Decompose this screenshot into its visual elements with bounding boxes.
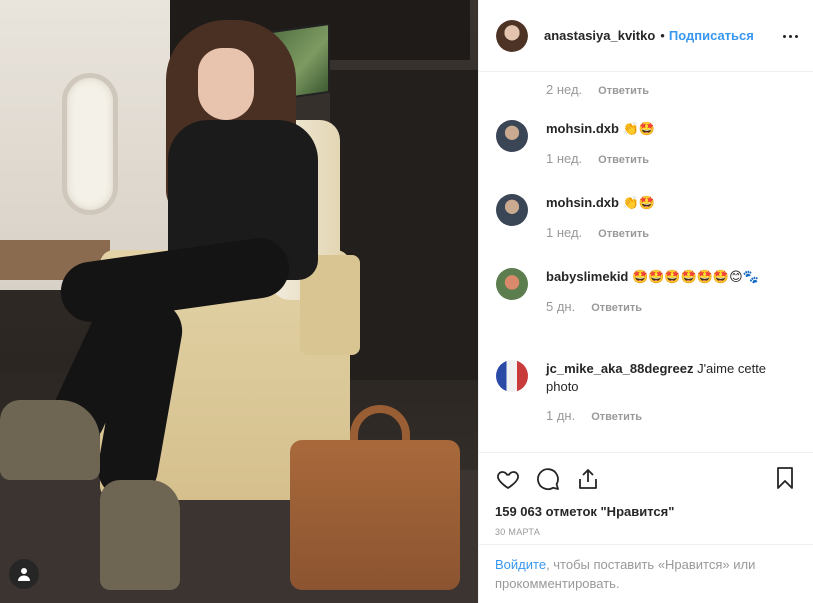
login-link[interactable]: Войдите xyxy=(495,557,546,572)
comment-meta: 2 нед. Ответить xyxy=(546,82,649,97)
commenter-username[interactable]: mohsin.dxb xyxy=(546,121,619,136)
commenter-username[interactable]: jc_mike_aka_88degreez xyxy=(546,361,693,376)
follow-button[interactable]: Подписаться xyxy=(669,28,754,43)
commenter-avatar[interactable] xyxy=(496,268,528,300)
reply-button[interactable]: Ответить xyxy=(598,85,649,97)
comment-text: mohsin.dxb 👏🤩 xyxy=(546,194,655,213)
commenter-username[interactable]: babyslimekid xyxy=(546,269,628,284)
comment-meta: 1 нед. Ответить xyxy=(546,151,655,166)
tagged-user-icon[interactable] xyxy=(9,559,39,589)
comment-time: 5 дн. xyxy=(546,299,576,314)
more-options-icon[interactable] xyxy=(780,26,800,46)
reply-button[interactable]: Ответить xyxy=(591,302,642,314)
post-actions: 159 063 отметок "Нравится" 30 МАРТА xyxy=(479,452,813,544)
handbag xyxy=(290,440,460,590)
comment-bubble-icon[interactable] xyxy=(535,466,561,492)
like-heart-icon[interactable] xyxy=(495,466,521,492)
boot xyxy=(100,480,180,590)
reply-button[interactable]: Ответить xyxy=(598,228,649,240)
author-avatar[interactable] xyxy=(496,19,528,52)
action-icons xyxy=(495,465,798,493)
comment-meta: 1 нед. Ответить xyxy=(546,225,655,240)
commenter-username[interactable]: mohsin.dxb xyxy=(546,195,619,210)
commenter-avatar[interactable] xyxy=(496,194,528,226)
person-face xyxy=(198,48,254,120)
comment-text: babyslimekid 🤩🤩🤩🤩🤩🤩😊🐾 xyxy=(546,268,796,287)
comment-body: 🤩🤩🤩🤩🤩🤩😊🐾 xyxy=(632,270,759,285)
post-date: 30 МАРТА xyxy=(495,527,541,537)
comment-item: mohsin.dxb 👏🤩 1 нед. Ответить xyxy=(496,120,806,166)
airplane-window xyxy=(62,73,118,215)
comment-meta: 1 дн. Ответить xyxy=(546,408,786,423)
comment-time: 2 нед. xyxy=(546,82,583,97)
comment-time: 1 дн. xyxy=(546,408,576,423)
bookmark-icon[interactable] xyxy=(772,465,798,491)
comment-text: jc_mike_aka_88degreez J'aime cette photo xyxy=(546,360,786,396)
post-header: anastasiya_kvitko • Подписаться xyxy=(479,0,813,72)
author-username[interactable]: anastasiya_kvitko xyxy=(544,28,655,43)
commenter-avatar[interactable] xyxy=(496,360,528,392)
comment-text: mohsin.dxb 👏🤩 xyxy=(546,120,655,139)
comment-item: jc_mike_aka_88degreez J'aime cette photo… xyxy=(496,360,806,423)
comments-list[interactable]: 2 нед. Ответить mohsin.dxb 👏🤩 1 нед. Отв… xyxy=(479,72,813,452)
commenter-avatar[interactable] xyxy=(496,120,528,152)
login-prompt: Войдите, чтобы поставить «Нравится» или … xyxy=(479,544,813,603)
post-side-panel: anastasiya_kvitko • Подписаться 2 нед. О… xyxy=(478,0,813,603)
comment-time: 1 нед. xyxy=(546,151,583,166)
likes-count[interactable]: 159 063 отметок "Нравится" xyxy=(495,504,798,519)
boot xyxy=(0,400,100,480)
reply-button[interactable]: Ответить xyxy=(598,154,649,166)
comment-body: 👏🤩 xyxy=(622,122,655,137)
post-photo[interactable] xyxy=(0,0,478,603)
comment-item: mohsin.dxb 👏🤩 1 нед. Ответить xyxy=(496,194,806,240)
comment-time: 1 нед. xyxy=(546,225,583,240)
header-separator: • xyxy=(660,28,665,43)
share-icon[interactable] xyxy=(575,466,601,492)
comment-meta: 5 дн. Ответить xyxy=(546,299,796,314)
comment-item: babyslimekid 🤩🤩🤩🤩🤩🤩😊🐾 5 дн. Ответить xyxy=(496,268,806,314)
comment-body: 👏🤩 xyxy=(622,196,655,211)
reply-button[interactable]: Ответить xyxy=(591,411,642,423)
